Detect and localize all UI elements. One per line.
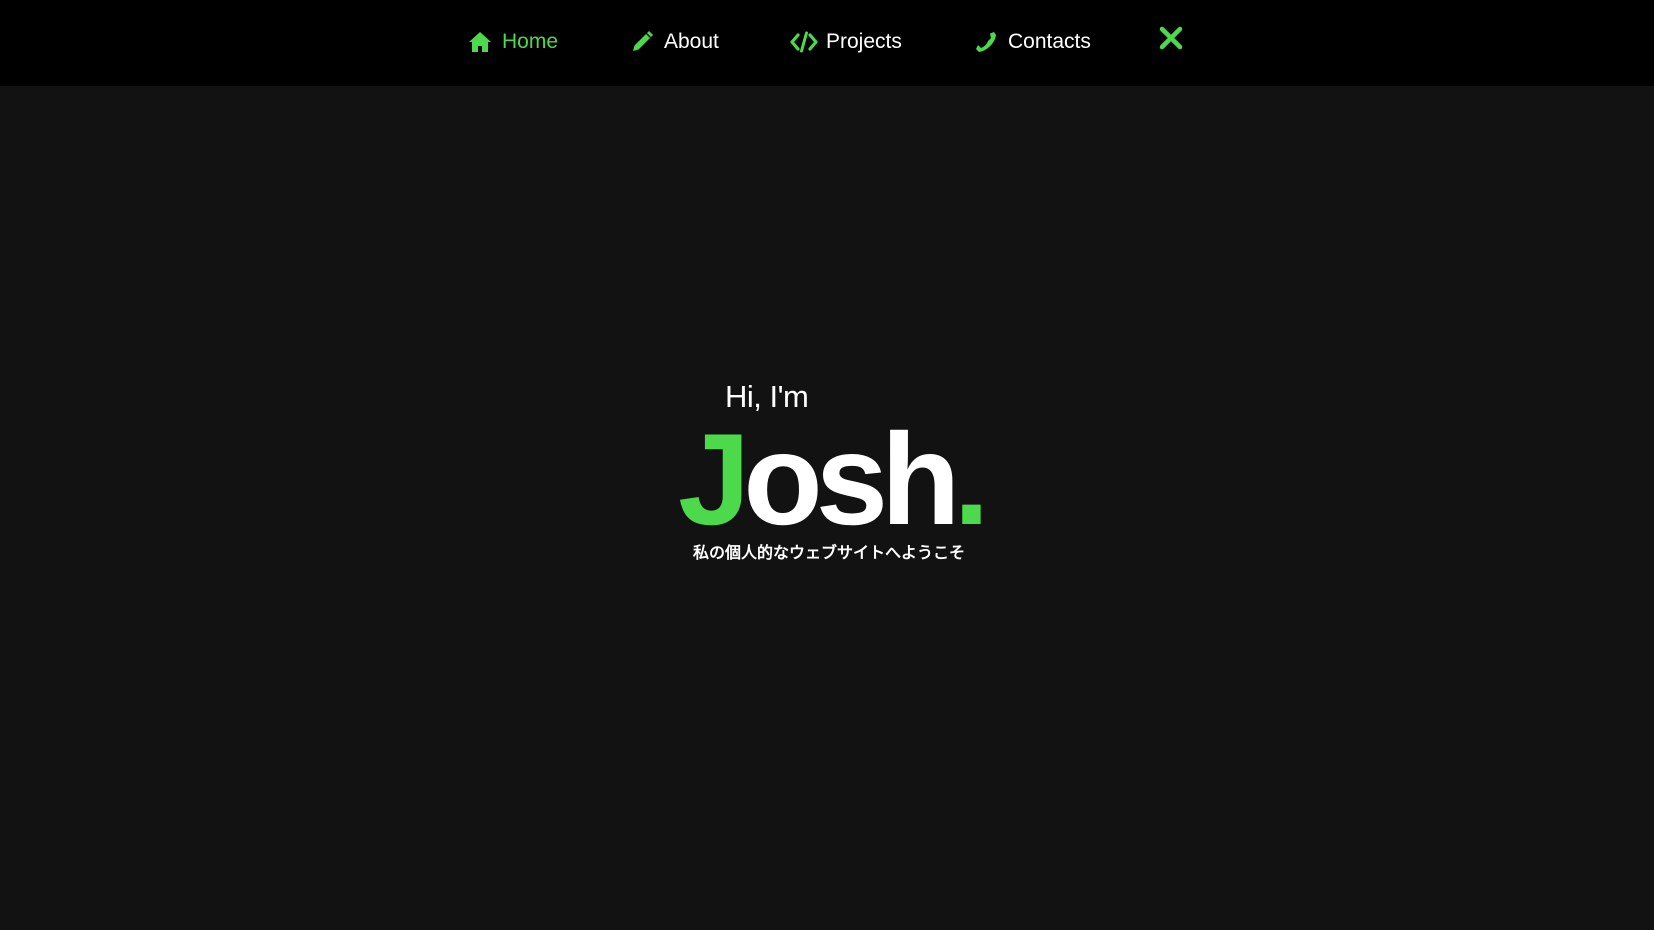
nav-item-contacts-label: Contacts: [1008, 30, 1091, 53]
code-icon: [790, 28, 818, 56]
hero-name-initial: J: [678, 406, 750, 552]
close-icon: [1159, 26, 1183, 50]
hero-name: Josh.: [678, 404, 990, 554]
hero-tagline: 私の個人的なウェブサイトへようこそ: [693, 545, 966, 562]
hero-name-rest: osh: [743, 406, 960, 552]
home-icon: [466, 28, 494, 56]
hero-section: Hi, I'm Josh. 私の個人的なウェブサイトへようこそ: [0, 86, 1654, 930]
hero-name-dot: .: [953, 406, 989, 552]
nav-item-projects[interactable]: Projects: [790, 25, 902, 59]
navbar: Home About Projects Contacts: [0, 0, 1654, 86]
nav-item-about-label: About: [664, 30, 719, 53]
nav-item-contacts[interactable]: Contacts: [972, 25, 1091, 59]
nav-item-about[interactable]: About: [628, 25, 719, 59]
close-button[interactable]: [1159, 26, 1187, 54]
phone-icon: [972, 28, 1000, 56]
nav-item-home-label: Home: [502, 30, 559, 53]
nav-item-projects-label: Projects: [826, 30, 902, 53]
pencil-icon: [628, 28, 656, 56]
nav-item-home[interactable]: Home: [466, 25, 558, 59]
